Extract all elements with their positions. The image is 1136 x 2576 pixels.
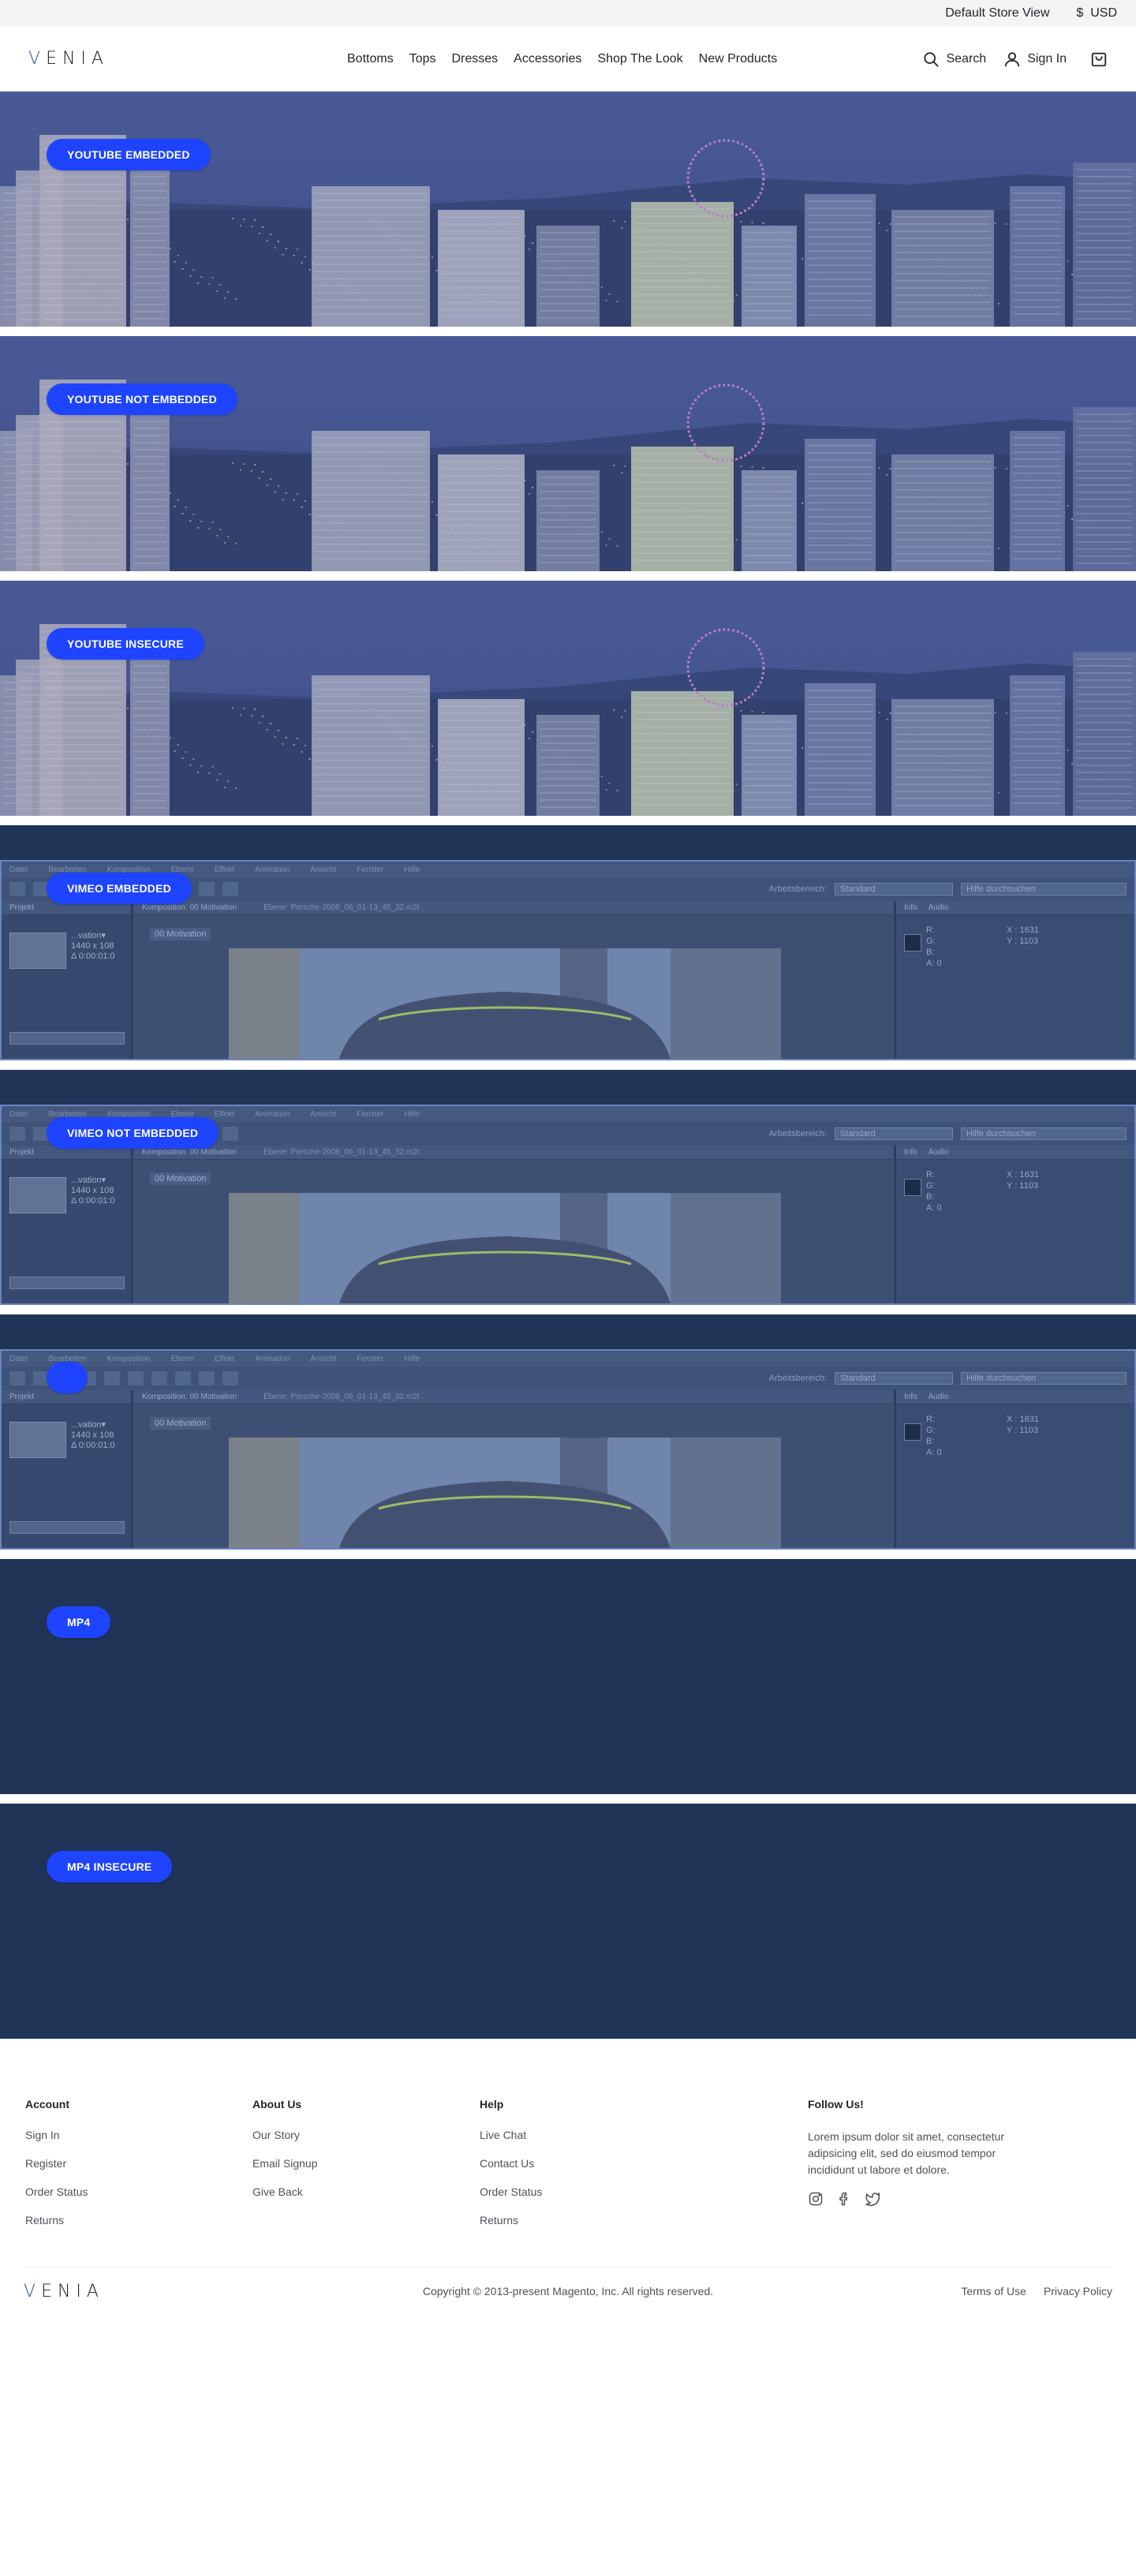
footer-link-email-signup[interactable]: Email Signup bbox=[252, 2157, 318, 2170]
footer-column-follow: Follow Us! Lorem ipsum dolor sit amet, c… bbox=[808, 2098, 1013, 2211]
currency-switcher[interactable]: $ USD bbox=[1076, 6, 1117, 21]
search-button[interactable]: Search bbox=[922, 50, 986, 68]
footer-link-live-chat[interactable]: Live Chat bbox=[480, 2129, 542, 2141]
site-footer: Account Sign In Register Order Status Re… bbox=[0, 2039, 1136, 2315]
video-label-pill[interactable]: MP4 bbox=[47, 1606, 111, 1638]
utility-bar: Default Store View $ USD bbox=[0, 0, 1136, 27]
footer-link-returns[interactable]: Returns bbox=[25, 2214, 88, 2226]
video-editor-screenshot: Datei Bearbeiten Komposition Ebene Effekt Ani… bbox=[0, 1349, 1136, 1550]
nav-accessories[interactable]: Accessories bbox=[514, 52, 581, 66]
main-nav: Bottoms Tops Dresses Accessories Shop Th… bbox=[347, 27, 777, 92]
nav-bottoms[interactable]: Bottoms bbox=[347, 52, 394, 66]
footer-column-about: About Us Our Story Email Signup Give Bac… bbox=[252, 2098, 318, 2214]
footer-heading: Account bbox=[25, 2098, 69, 2111]
footer-link-our-story[interactable]: Our Story bbox=[252, 2129, 318, 2141]
nav-new-products[interactable]: New Products bbox=[699, 52, 778, 66]
banner-youtube-insecure[interactable]: YOUTUBE INSECURE bbox=[0, 581, 1136, 816]
shopping-bag-icon bbox=[1091, 52, 1107, 66]
city-skyline-image bbox=[0, 581, 1136, 816]
nav-dresses[interactable]: Dresses bbox=[451, 52, 498, 66]
facebook-icon[interactable] bbox=[836, 2191, 852, 2211]
video-label-pill[interactable]: YOUTUBE NOT EMBEDDED bbox=[47, 383, 237, 415]
legal-links: Terms of Use Privacy Policy bbox=[961, 2285, 1112, 2297]
footer-follow-text: Lorem ipsum dolor sit amet, consectetur … bbox=[808, 2130, 1004, 2176]
sign-in-button[interactable]: Sign In bbox=[1003, 50, 1067, 68]
banner-vimeo-embedded[interactable]: Datei Bearbeiten Komposition Ebene Effekt Ani… bbox=[0, 825, 1136, 1060]
video-label-pill[interactable] bbox=[47, 1362, 88, 1393]
footer-link-order-status[interactable]: Order Status bbox=[25, 2185, 88, 2198]
site-header: VENIA Bottoms Tops Dresses Accessories S… bbox=[0, 27, 1136, 92]
search-label: Search bbox=[946, 51, 987, 65]
footer-bottom: VENIA Copyright © 2013-present Magento, … bbox=[24, 2268, 1112, 2315]
video-label-pill[interactable]: YOUTUBE INSECURE bbox=[47, 628, 204, 660]
currency-code: USD bbox=[1090, 6, 1117, 20]
video-label-pill[interactable]: MP4 INSECURE bbox=[47, 1851, 173, 1882]
video-label-pill[interactable]: VIMEO EMBEDDED bbox=[47, 873, 192, 904]
venia-logo-footer[interactable]: VENIA bbox=[24, 2282, 104, 2301]
twitter-icon[interactable] bbox=[865, 2191, 880, 2211]
nav-tops[interactable]: Tops bbox=[409, 52, 436, 66]
banner-vimeo-not-embedded[interactable]: Datei Bearbeiten Komposition Ebene Effekt Ani… bbox=[0, 1070, 1136, 1305]
store-view-switcher[interactable]: Default Store View bbox=[945, 6, 1049, 21]
banner-youtube-not-embedded[interactable]: YOUTUBE NOT EMBEDDED bbox=[0, 336, 1136, 571]
banner-mp4-insecure[interactable]: MP4 INSECURE bbox=[0, 1804, 1136, 2039]
footer-heading: Help bbox=[480, 2098, 504, 2111]
footer-link-register[interactable]: Register bbox=[25, 2157, 88, 2170]
footer-heading: About Us bbox=[252, 2098, 302, 2111]
video-label-pill[interactable]: YOUTUBE EMBEDDED bbox=[47, 139, 211, 170]
footer-link-sign-in[interactable]: Sign In bbox=[25, 2129, 88, 2141]
copyright-text: Copyright © 2013-present Magento, Inc. A… bbox=[422, 2285, 714, 2297]
user-icon bbox=[1005, 51, 1020, 66]
nav-shop-the-look[interactable]: Shop The Look bbox=[597, 52, 682, 66]
footer-column-account: Account Sign In Register Order Status Re… bbox=[25, 2098, 88, 2242]
privacy-policy-link[interactable]: Privacy Policy bbox=[1044, 2285, 1112, 2297]
banner-vimeo-unlabeled[interactable]: Datei Bearbeiten Komposition Ebene Effekt Ani… bbox=[0, 1314, 1136, 1550]
header-actions: Search Sign In bbox=[922, 50, 1108, 68]
footer-heading: Follow Us! bbox=[808, 2098, 864, 2111]
footer-link-give-back[interactable]: Give Back bbox=[252, 2185, 318, 2198]
footer-link-returns[interactable]: Returns bbox=[480, 2214, 542, 2226]
banner-youtube-embedded[interactable]: YOUTUBE EMBEDDED bbox=[0, 92, 1136, 327]
search-icon bbox=[924, 51, 940, 67]
footer-link-order-status[interactable]: Order Status bbox=[480, 2185, 542, 2198]
editor-tint-overlay bbox=[2, 1351, 1134, 1548]
footer-link-contact-us[interactable]: Contact Us bbox=[480, 2157, 542, 2170]
terms-of-use-link[interactable]: Terms of Use bbox=[961, 2285, 1026, 2297]
video-label-pill[interactable]: VIMEO NOT EMBEDDED bbox=[47, 1117, 219, 1149]
cart-button[interactable] bbox=[1090, 50, 1108, 68]
currency-symbol: $ bbox=[1076, 6, 1084, 20]
sign-in-label: Sign In bbox=[1027, 51, 1067, 65]
footer-column-help: Help Live Chat Contact Us Order Status R… bbox=[480, 2098, 542, 2242]
footer-columns: Account Sign In Register Order Status Re… bbox=[24, 2039, 1112, 2268]
social-links bbox=[808, 2191, 1013, 2211]
venia-logo[interactable]: VENIA bbox=[28, 49, 109, 69]
instagram-icon[interactable] bbox=[808, 2191, 824, 2211]
banner-mp4[interactable]: MP4 bbox=[0, 1559, 1136, 1794]
city-skyline-image bbox=[0, 336, 1136, 571]
city-skyline-image bbox=[0, 92, 1136, 327]
main-content: YOUTUBE EMBEDDED YOUTUBE NOT EMBEDDED YO… bbox=[0, 92, 1136, 2039]
